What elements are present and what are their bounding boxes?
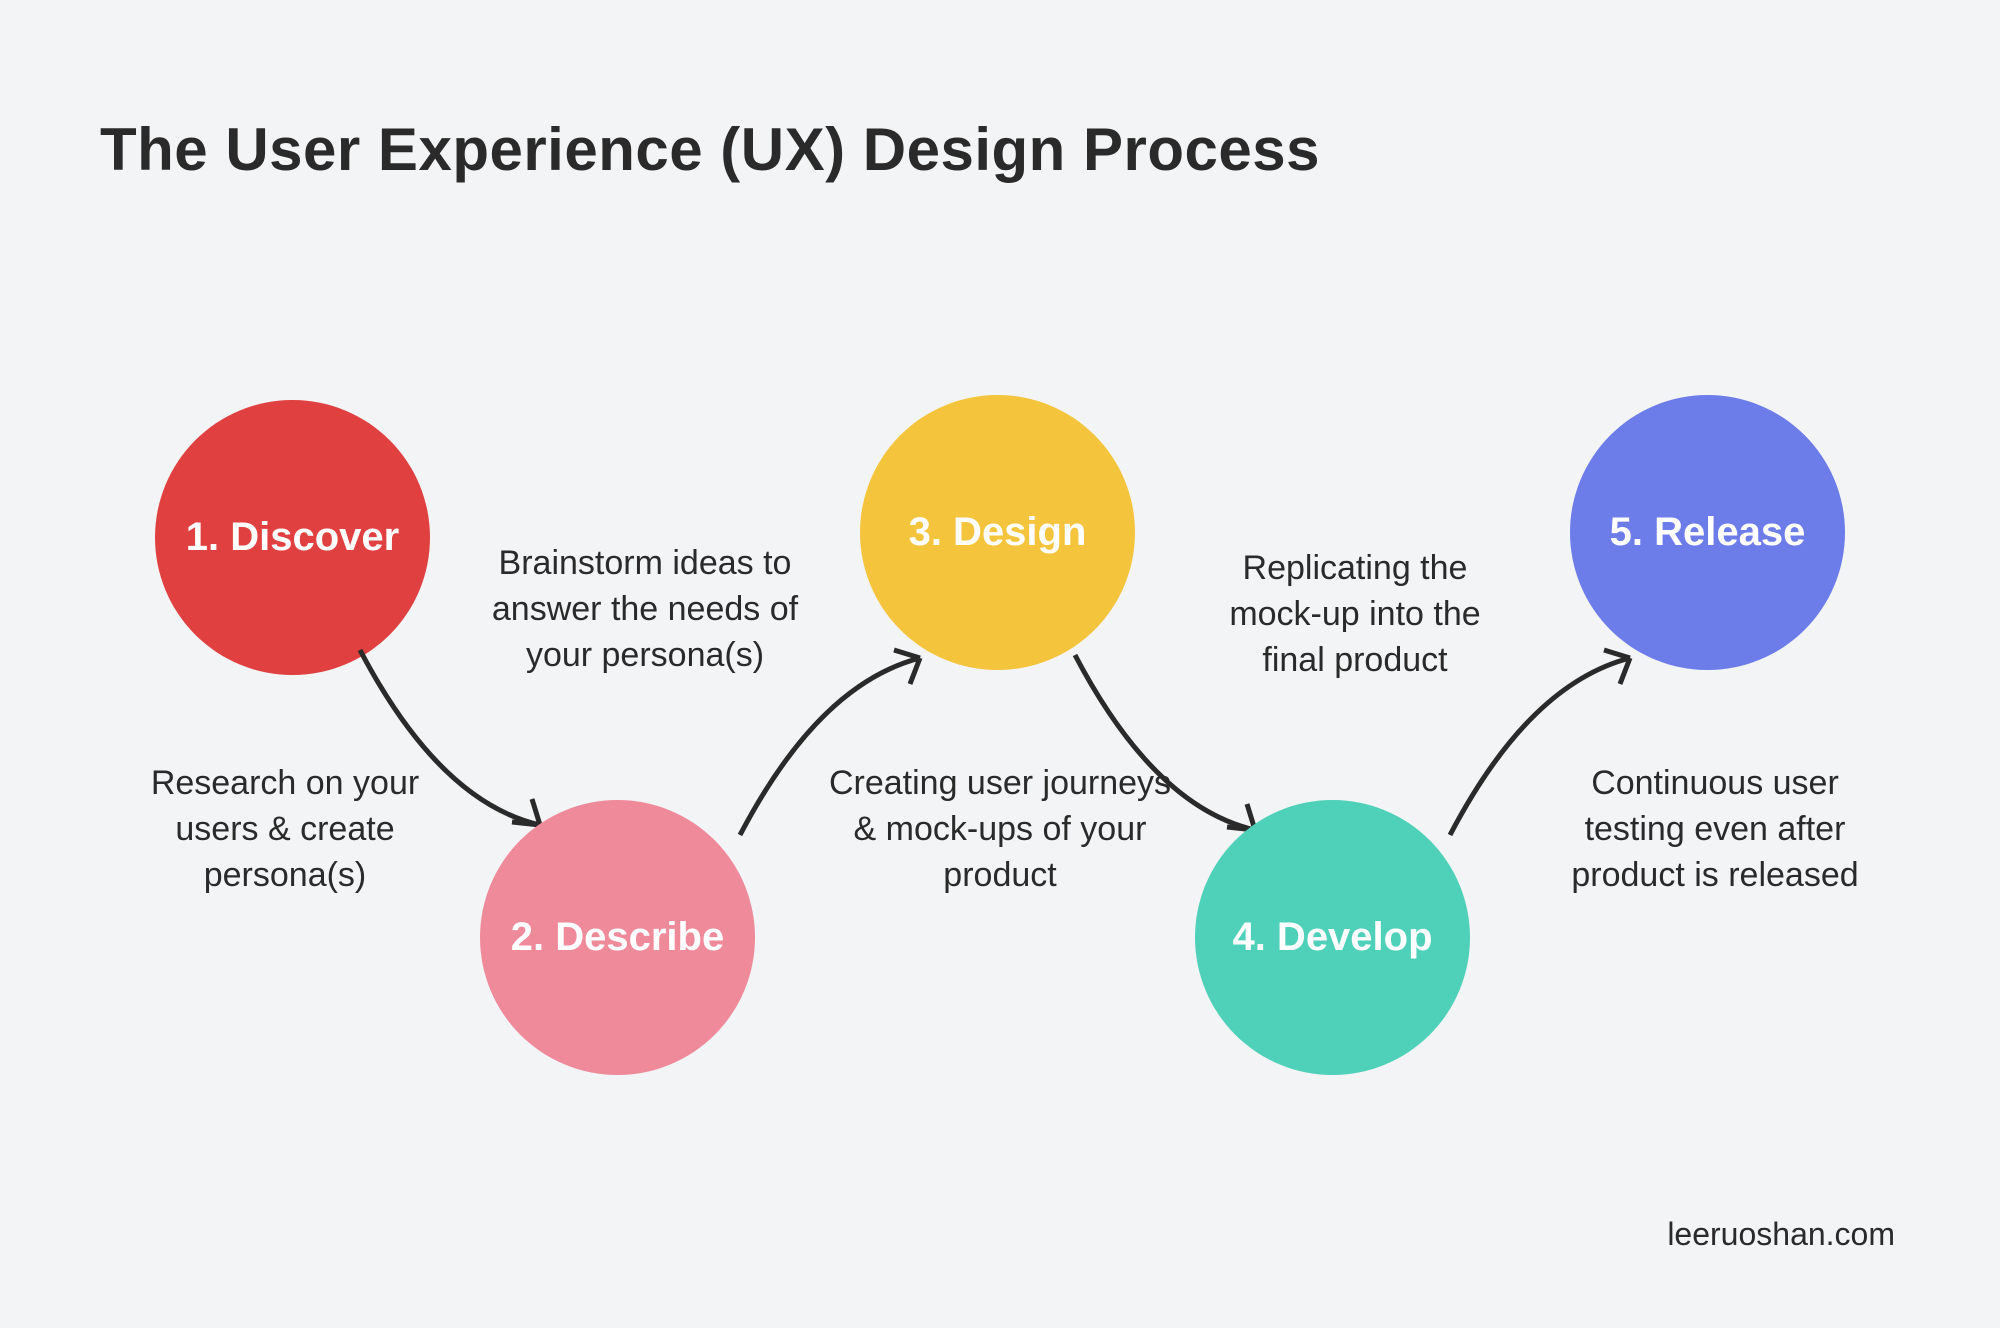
step-label: 1. Discover: [166, 515, 419, 560]
step-circle-describe: 2. Describe: [480, 800, 755, 1075]
step-label: 3. Design: [889, 510, 1107, 555]
credit-text: leeruoshan.com: [1667, 1216, 1895, 1253]
step-label: 5. Release: [1590, 510, 1826, 555]
step-circle-release: 5. Release: [1570, 395, 1845, 670]
step-circle-develop: 4. Develop: [1195, 800, 1470, 1075]
step-circle-discover: 1. Discover: [155, 400, 430, 675]
step-caption-release: Continuous user testing even after produ…: [1545, 760, 1885, 898]
diagram-stage: The User Experience (UX) Design Process …: [0, 0, 2000, 1328]
step-circle-design: 3. Design: [860, 395, 1135, 670]
step-label: 4. Develop: [1212, 915, 1452, 960]
step-label: 2. Describe: [491, 915, 744, 960]
diagram-title: The User Experience (UX) Design Process: [100, 115, 1320, 184]
